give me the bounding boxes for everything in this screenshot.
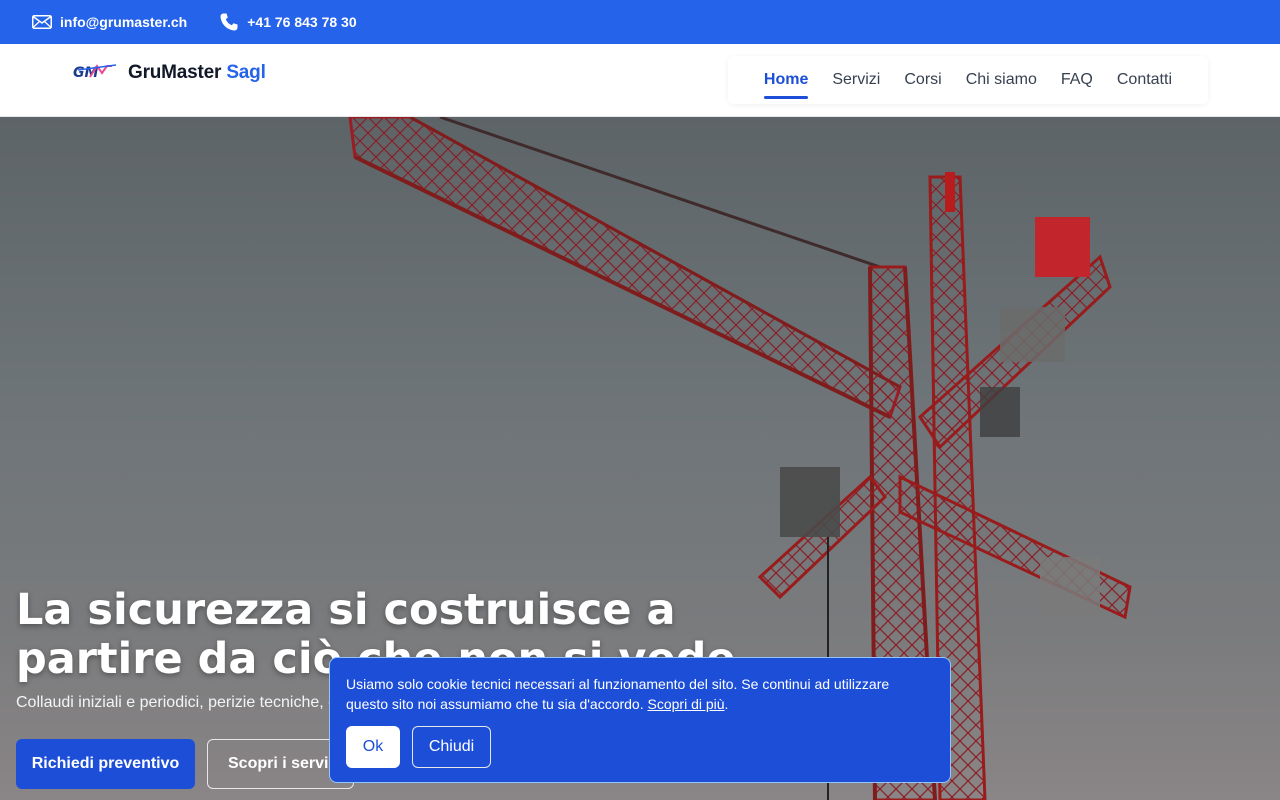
main-nav: Home Servizi Corsi Chi siamo FAQ Contatt… (727, 56, 1208, 104)
request-quote-button[interactable]: Richiedi preventivo (16, 739, 195, 789)
cookie-actions: Ok Chiudi (346, 726, 491, 768)
brand-name: GruMaster Sagl (128, 62, 266, 84)
nav-item-chi-siamo[interactable]: Chi siamo (966, 65, 1037, 95)
contact-bar: info@grumaster.ch +41 76 843 78 30 (0, 0, 1280, 44)
cookie-ok-button[interactable]: Ok (346, 726, 400, 768)
cookie-banner: Usiamo solo cookie tecnici necessari al … (329, 657, 951, 783)
email-link[interactable]: info@grumaster.ch (60, 14, 187, 30)
logo-mark-icon: GM (73, 64, 117, 81)
cookie-message: Usiamo solo cookie tecnici necessari al … (346, 676, 890, 712)
cookie-text: Usiamo solo cookie tecnici necessari al … (346, 676, 890, 712)
nav-item-contatti[interactable]: Contatti (1117, 65, 1172, 95)
nav-item-corsi[interactable]: Corsi (904, 65, 941, 95)
cookie-close-button[interactable]: Chiudi (412, 726, 491, 768)
phone-link[interactable]: +41 76 843 78 30 (247, 14, 356, 30)
email-contact[interactable]: info@grumaster.ch (32, 14, 187, 30)
nav-item-faq[interactable]: FAQ (1061, 65, 1093, 95)
nav-item-servizi[interactable]: Servizi (832, 65, 880, 95)
mail-icon (32, 15, 52, 29)
cookie-learn-more-link[interactable]: Scopri di più (648, 696, 725, 712)
phone-contact[interactable]: +41 76 843 78 30 (219, 12, 357, 32)
brand-name-main: GruMaster (128, 62, 222, 83)
nav-item-home[interactable]: Home (763, 65, 809, 99)
phone-icon (220, 13, 238, 31)
site-logo[interactable]: GM GruMaster Sagl (72, 62, 266, 84)
brand-name-suffix: Sagl (226, 62, 266, 83)
site-header: GM GruMaster Sagl Home Servizi Corsi Chi… (0, 44, 1280, 117)
